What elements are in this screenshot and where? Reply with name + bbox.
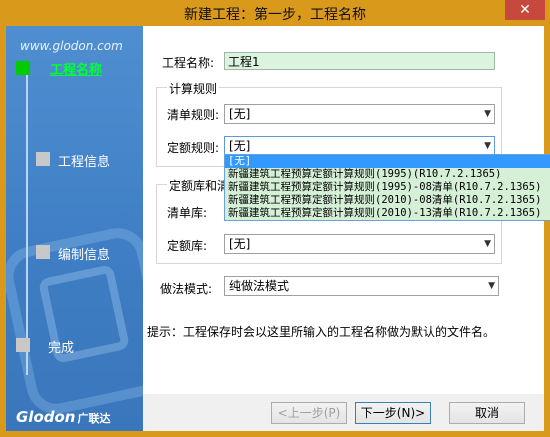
dropdown-option[interactable]: 新疆建筑工程预算定额计算规则(1995)-08清单(R10.7.2.1365) xyxy=(225,181,550,194)
step-project-info: 工程信息 xyxy=(58,155,111,170)
bill-rule-value: [无] xyxy=(229,107,251,121)
quota-rule-label: 定额规则: xyxy=(167,141,220,155)
logo-text-cn: 广联达 xyxy=(77,412,111,425)
title-bar[interactable]: 新建工程：第一步，工程名称 ✕ xyxy=(0,0,550,26)
quota-rule-dropdown-list[interactable]: [无] 新疆建筑工程预算定额计算规则(1995)(R10.7.2.1365) 新… xyxy=(224,154,550,221)
hint-text: 提示：工程保存时会以这里所输入的工程名称做为默认的文件名。 xyxy=(147,325,496,339)
step-indicator-active xyxy=(16,61,30,75)
bill-rule-select[interactable]: [无] ▼ xyxy=(224,104,495,124)
method-label: 做法模式: xyxy=(160,282,213,296)
new-project-wizard-window: 新建工程：第一步，工程名称 ✕ www.glodon.com 工程名称 工程信息… xyxy=(0,0,550,437)
quota-lib-label: 定额库: xyxy=(167,239,208,253)
close-icon: ✕ xyxy=(519,2,531,18)
bill-lib-label: 清单库: xyxy=(167,206,208,220)
dropdown-option[interactable]: [无] xyxy=(225,155,550,168)
method-value: 纯做法模式 xyxy=(229,279,290,293)
quota-rule-value: [无] xyxy=(229,139,251,153)
dropdown-option[interactable]: 新疆建筑工程预算定额计算规则(2010)-13清单(R10.7.2.1365) xyxy=(225,207,550,220)
project-name-input[interactable]: 工程1 xyxy=(224,52,495,70)
quota-rule-select[interactable]: [无] ▼ xyxy=(224,136,495,156)
dropdown-option[interactable]: 新疆建筑工程预算定额计算规则(1995)(R10.7.2.1365) xyxy=(225,168,550,181)
step-indicator xyxy=(16,338,30,352)
method-select[interactable]: 纯做法模式 ▼ xyxy=(224,276,499,296)
step-compile-info: 编制信息 xyxy=(58,248,111,263)
prev-button[interactable]: <上一步(P) xyxy=(271,402,347,424)
calc-rules-group-title: 计算规则 xyxy=(167,80,220,97)
quota-lib-value: [无] xyxy=(229,237,251,251)
chevron-down-icon[interactable]: ▼ xyxy=(488,277,495,295)
close-button[interactable]: ✕ xyxy=(505,0,545,20)
project-name-label: 工程名称: xyxy=(162,56,215,70)
logo-text: Glodon xyxy=(16,408,76,426)
step-indicator xyxy=(36,152,50,166)
glodon-logo: Glodon 广联达 xyxy=(16,408,110,426)
step-indicator xyxy=(36,245,50,259)
bill-rule-label: 清单规则: xyxy=(167,108,220,122)
library-group-title: 定额库和清 xyxy=(167,177,232,194)
step-finish: 完成 xyxy=(48,341,75,356)
chevron-down-icon[interactable]: ▼ xyxy=(484,137,491,155)
step-connector-line xyxy=(26,70,28,375)
dropdown-option[interactable]: 新疆建筑工程预算定额计算规则(2010)-08清单(R10.7.2.1365) xyxy=(225,194,550,207)
chevron-down-icon[interactable]: ▼ xyxy=(484,105,491,123)
window-frame-bottom xyxy=(0,431,550,437)
chevron-down-icon[interactable]: ▼ xyxy=(484,235,491,253)
window-title: 新建工程：第一步，工程名称 xyxy=(184,7,366,23)
step-project-name: 工程名称 xyxy=(50,63,103,78)
quota-lib-select[interactable]: [无] ▼ xyxy=(224,234,495,254)
wizard-steps-panel: www.glodon.com 工程名称 工程信息 编制信息 完成 Glodon 广… xyxy=(6,26,143,431)
cancel-button[interactable]: 取消 xyxy=(449,402,525,424)
website-url: www.glodon.com xyxy=(20,39,123,53)
window-frame-right xyxy=(544,26,550,437)
next-button[interactable]: 下一步(N)> xyxy=(355,402,431,424)
